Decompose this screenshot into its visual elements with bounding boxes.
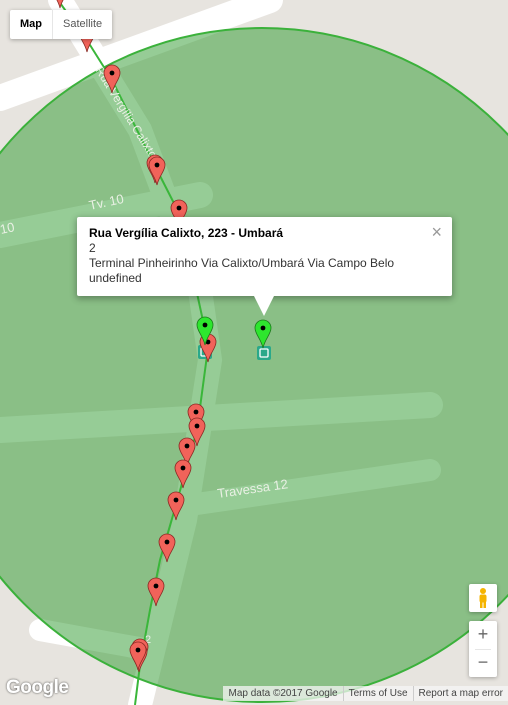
map-button[interactable]: Map [10, 10, 53, 39]
map-canvas[interactable]: Tv. 10 10 Rua Vergília Calixto Travessa … [0, 0, 508, 705]
zoom-divider [475, 649, 491, 650]
attribution-bar: Map data ©2017 Google Terms of Use Repor… [223, 686, 508, 701]
terms-link[interactable]: Terms of Use [342, 686, 413, 701]
pegman-button[interactable] [469, 584, 497, 612]
map-type-control: Map Satellite [10, 10, 113, 39]
info-line-2: Terminal Pinheirinho Via Calixto/Umbará … [89, 256, 395, 270]
satellite-button[interactable]: Satellite [53, 10, 112, 39]
info-window: Rua Vergília Calixto, 223 - Umbará 2 Ter… [77, 217, 452, 296]
info-line-3: undefined [89, 271, 142, 285]
pegman-icon [479, 588, 487, 608]
radius-circle [0, 27, 508, 703]
zoom-control: + − [469, 621, 497, 677]
map-data-text: Map data ©2017 Google [228, 688, 338, 699]
google-logo: Google [6, 677, 69, 698]
info-title: Rua Vergília Calixto, 223 - Umbará [89, 226, 284, 240]
info-window-tail [254, 296, 274, 316]
report-link[interactable]: Report a map error [412, 686, 508, 701]
info-line-1: 2 [89, 241, 96, 255]
bus-stop-icon[interactable] [257, 346, 271, 360]
zoom-in-button[interactable]: + [469, 621, 497, 649]
close-icon[interactable]: × [431, 223, 442, 241]
zoom-out-button[interactable]: − [469, 649, 497, 677]
